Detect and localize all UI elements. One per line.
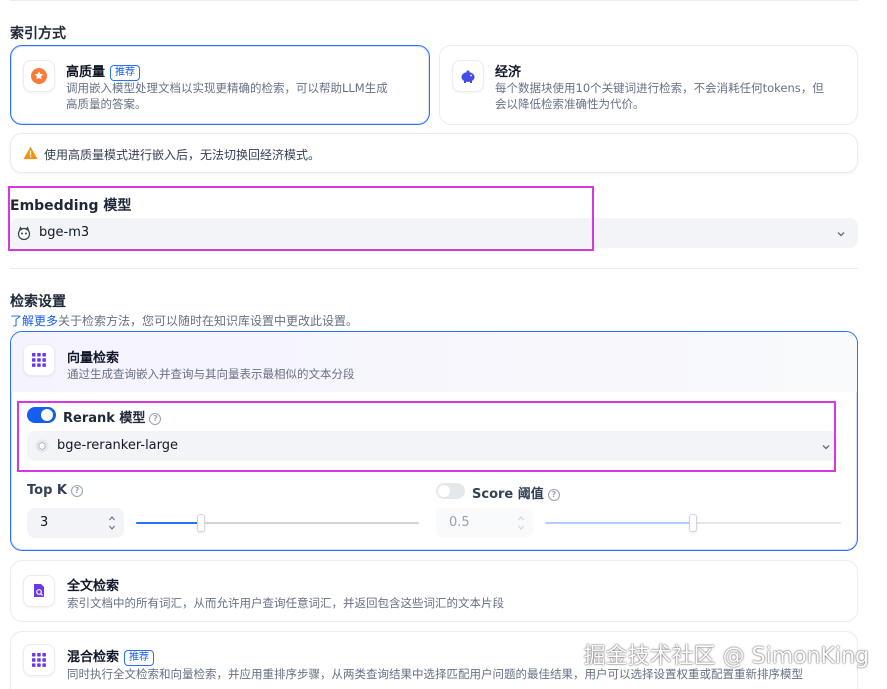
score-slider-fill (545, 522, 693, 524)
top-k-input[interactable]: 3 (27, 508, 124, 538)
vector-search-title: 向量检索 (67, 351, 120, 366)
economy-title: 经济 (495, 65, 522, 80)
recommended-badge: 推荐 (110, 65, 141, 81)
chevron-down-icon (836, 228, 846, 243)
top-k-label: Top K? (27, 483, 83, 498)
retrieval-hint: 了解更多关于检索方法，您可以随时在知识库设置中更改此设置。 (10, 312, 358, 329)
score-value: 0.5 (449, 515, 470, 530)
warning-text: 使用高质量模式进行嵌入后，无法切换回经济模式。 (44, 148, 321, 162)
star-badge-icon (23, 60, 55, 92)
score-toggle-knob (438, 485, 450, 497)
learn-more-link[interactable]: 了解更多 (10, 314, 58, 328)
fulltext-search-title: 全文检索 (67, 579, 120, 594)
piggy-bank-icon (452, 60, 484, 92)
vector-search-header (11, 332, 857, 392)
retrieval-hint-text: 关于检索方法，您可以随时在知识库设置中更改此设置。 (58, 314, 359, 328)
highlight-rerank (17, 401, 836, 472)
vector-search-desc: 通过生成查询嵌入并查询与其向量表示最相似的文本分段 (67, 367, 355, 381)
top-k-slider-thumb[interactable] (197, 514, 205, 532)
score-label: Score 阈值? (472, 483, 560, 502)
help-icon[interactable]: ? (70, 485, 83, 497)
grid-icon (23, 644, 55, 676)
top-divider (10, 0, 858, 1)
watermark: 掘金技术社区 @ SimonKing (583, 644, 869, 669)
retrieval-label: 检索设置 (10, 294, 66, 310)
top-k-value: 3 (40, 515, 49, 530)
score-toggle[interactable] (436, 483, 465, 499)
economy-desc-1: 每个数据块使用10个关键词进行检索，不会消耗任何tokens，但 (495, 81, 824, 95)
recommended-badge: 推荐 (124, 650, 155, 666)
stepper-icon[interactable] (517, 514, 525, 536)
grid-icon (23, 344, 55, 376)
stepper-icon[interactable] (108, 514, 116, 536)
document-search-icon (23, 575, 55, 607)
warning-icon (23, 146, 38, 164)
highlight-embedding (8, 186, 594, 251)
score-slider-thumb[interactable] (689, 514, 697, 532)
score-input[interactable]: 0.5 (436, 508, 533, 538)
top-k-slider-fill (136, 522, 201, 524)
fulltext-search-option[interactable]: 全文检索 索引文档中的所有词汇，从而允许用户查询任意词汇，并返回包含这些词汇的文… (10, 560, 858, 622)
high-quality-title: 高质量 推荐 (66, 61, 141, 81)
high-quality-desc-1: 调用嵌入模型处理文档以实现更精确的检索，可以帮助LLM生成 (66, 81, 388, 95)
warning-bar: 使用高质量模式进行嵌入后，无法切换回经济模式。 (10, 133, 858, 173)
index-method-label: 索引方式 (10, 26, 66, 42)
hybrid-search-title: 混合检索 推荐 (67, 646, 155, 666)
economy-desc-2: 会以降低检索准确性为代价。 (495, 97, 645, 111)
fulltext-search-desc: 索引文档中的所有词汇，从而允许用户查询任意词汇，并返回包含这些词汇的文本片段 (67, 596, 504, 610)
high-quality-option[interactable]: 高质量 推荐 调用嵌入模型处理文档以实现更精确的检索，可以帮助LLM生成 高质量的… (10, 45, 430, 125)
high-quality-desc-2: 高质量的答案。 (66, 97, 147, 111)
section-divider (10, 268, 858, 269)
economy-option[interactable]: 经济 每个数据块使用10个关键词进行检索，不会消耗任何tokens，但 会以降低… (439, 45, 858, 125)
help-icon[interactable]: ? (547, 489, 560, 501)
